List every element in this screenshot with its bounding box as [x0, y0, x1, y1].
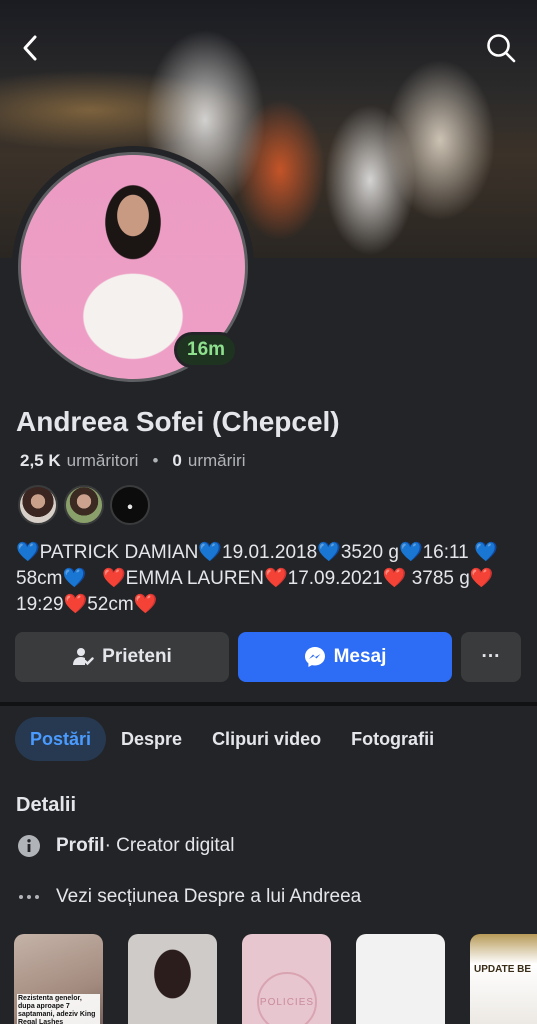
section-divider: [0, 702, 537, 706]
message-button-label: Mesaj: [333, 646, 387, 667]
following-label: urmăriri: [187, 451, 246, 470]
search-button[interactable]: [483, 30, 519, 66]
bio-text: 3520 g: [340, 542, 399, 563]
back-arrow-icon: [23, 35, 37, 61]
blue-heart-icon: 💙: [198, 542, 223, 563]
profile-actions: Prieteni Mesaj ···: [15, 632, 521, 682]
friend-avatar[interactable]: [18, 485, 58, 525]
highlight-thumbnail[interactable]: POLICIES: [242, 934, 331, 1024]
mutual-friends[interactable]: [18, 485, 150, 525]
red-heart-icon: ❤️: [63, 594, 88, 615]
see-about-text: Vezi secțiunea Despre a lui Andreea: [56, 886, 362, 907]
story-badge[interactable]: 16m: [174, 332, 239, 368]
bio-text: 58cm: [16, 568, 63, 589]
red-heart-icon: ❤️: [263, 568, 288, 589]
tab-videos[interactable]: Clipuri video: [197, 717, 336, 761]
thumbnail-title: UPDATE BE: [474, 964, 532, 975]
bio-text: PATRICK DAMIAN: [39, 542, 199, 563]
thumbnail-caption: Rezistenta genelor, dupa aproape 7 sapta…: [17, 994, 100, 1024]
red-heart-icon: ❤️: [101, 568, 126, 589]
blue-heart-icon: 💙: [16, 542, 40, 563]
friends-button[interactable]: Prieteni: [15, 632, 229, 682]
message-button[interactable]: Mesaj: [238, 632, 452, 682]
more-dots-icon: [16, 884, 42, 910]
highlight-thumbnail[interactable]: Rezistenta genelor, dupa aproape 7 sapta…: [14, 934, 103, 1024]
back-button[interactable]: [12, 30, 48, 66]
bio-text: 52cm: [87, 594, 134, 615]
info-icon: [16, 833, 42, 859]
followers-count: 2,5 K: [20, 451, 61, 470]
highlight-thumbnail[interactable]: [356, 934, 445, 1024]
friend-check-icon: [73, 648, 94, 666]
details-title: Detalii: [16, 794, 77, 816]
search-icon: [487, 34, 516, 63]
more-options-button[interactable]: ···: [461, 632, 521, 682]
blue-heart-icon: 💙: [62, 568, 87, 589]
friends-button-label: Prieteni: [102, 646, 172, 667]
bio-text: 17.09.2021: [287, 568, 383, 589]
detail-profile-value: · Creator digital: [104, 835, 235, 856]
following-count: 0: [172, 451, 182, 470]
blue-heart-icon: 💙: [317, 542, 341, 563]
policies-badge: POLICIES: [257, 972, 317, 1024]
highlight-thumbnail[interactable]: UPDATE BE: [470, 934, 537, 1024]
detail-profile-label: Profil: [56, 835, 105, 856]
followers-label: urmăritori: [66, 451, 139, 470]
bio-text: EMMA LAUREN: [125, 568, 264, 589]
featured-highlights: Rezistenta genelor, dupa aproape 7 sapta…: [14, 934, 537, 1024]
see-about-row[interactable]: Vezi secțiunea Despre a lui Andreea: [16, 884, 361, 910]
red-heart-icon: ❤️: [133, 594, 158, 615]
more-options-icon: ···: [481, 646, 501, 667]
friend-avatar[interactable]: [110, 485, 150, 525]
tab-photos[interactable]: Fotografii: [336, 717, 449, 761]
red-heart-icon: ❤️: [382, 568, 407, 589]
blue-heart-icon: 💙: [474, 542, 498, 563]
profile-name: Andreea Sofei (Chepcel): [16, 406, 340, 437]
tab-about[interactable]: Despre: [106, 717, 197, 761]
tab-posts[interactable]: Postări: [15, 717, 107, 761]
detail-profile-row: Profil · Creator digital: [16, 833, 234, 859]
profile-tabs: Postări Despre Clipuri video Fotografii: [15, 717, 449, 761]
bio-text: 19:29: [16, 594, 64, 615]
separator-dot: •: [152, 451, 159, 470]
highlight-thumbnail[interactable]: [128, 934, 217, 1024]
bio-text: 19.01.2018: [222, 542, 318, 563]
red-heart-icon: ❤️: [469, 568, 494, 589]
messenger-icon: [304, 647, 325, 667]
bio-text: 3785 g: [411, 568, 470, 589]
bio-text: 16:11: [422, 542, 469, 563]
friend-avatar[interactable]: [64, 485, 104, 525]
blue-heart-icon: 💙: [398, 542, 423, 563]
profile-bio: 💙PATRICK DAMIAN💙19.01.2018💙3520 g💙16:11 …: [16, 540, 521, 618]
profile-stats[interactable]: 2,5 K urmăritori • 0 urmăriri: [20, 451, 245, 471]
